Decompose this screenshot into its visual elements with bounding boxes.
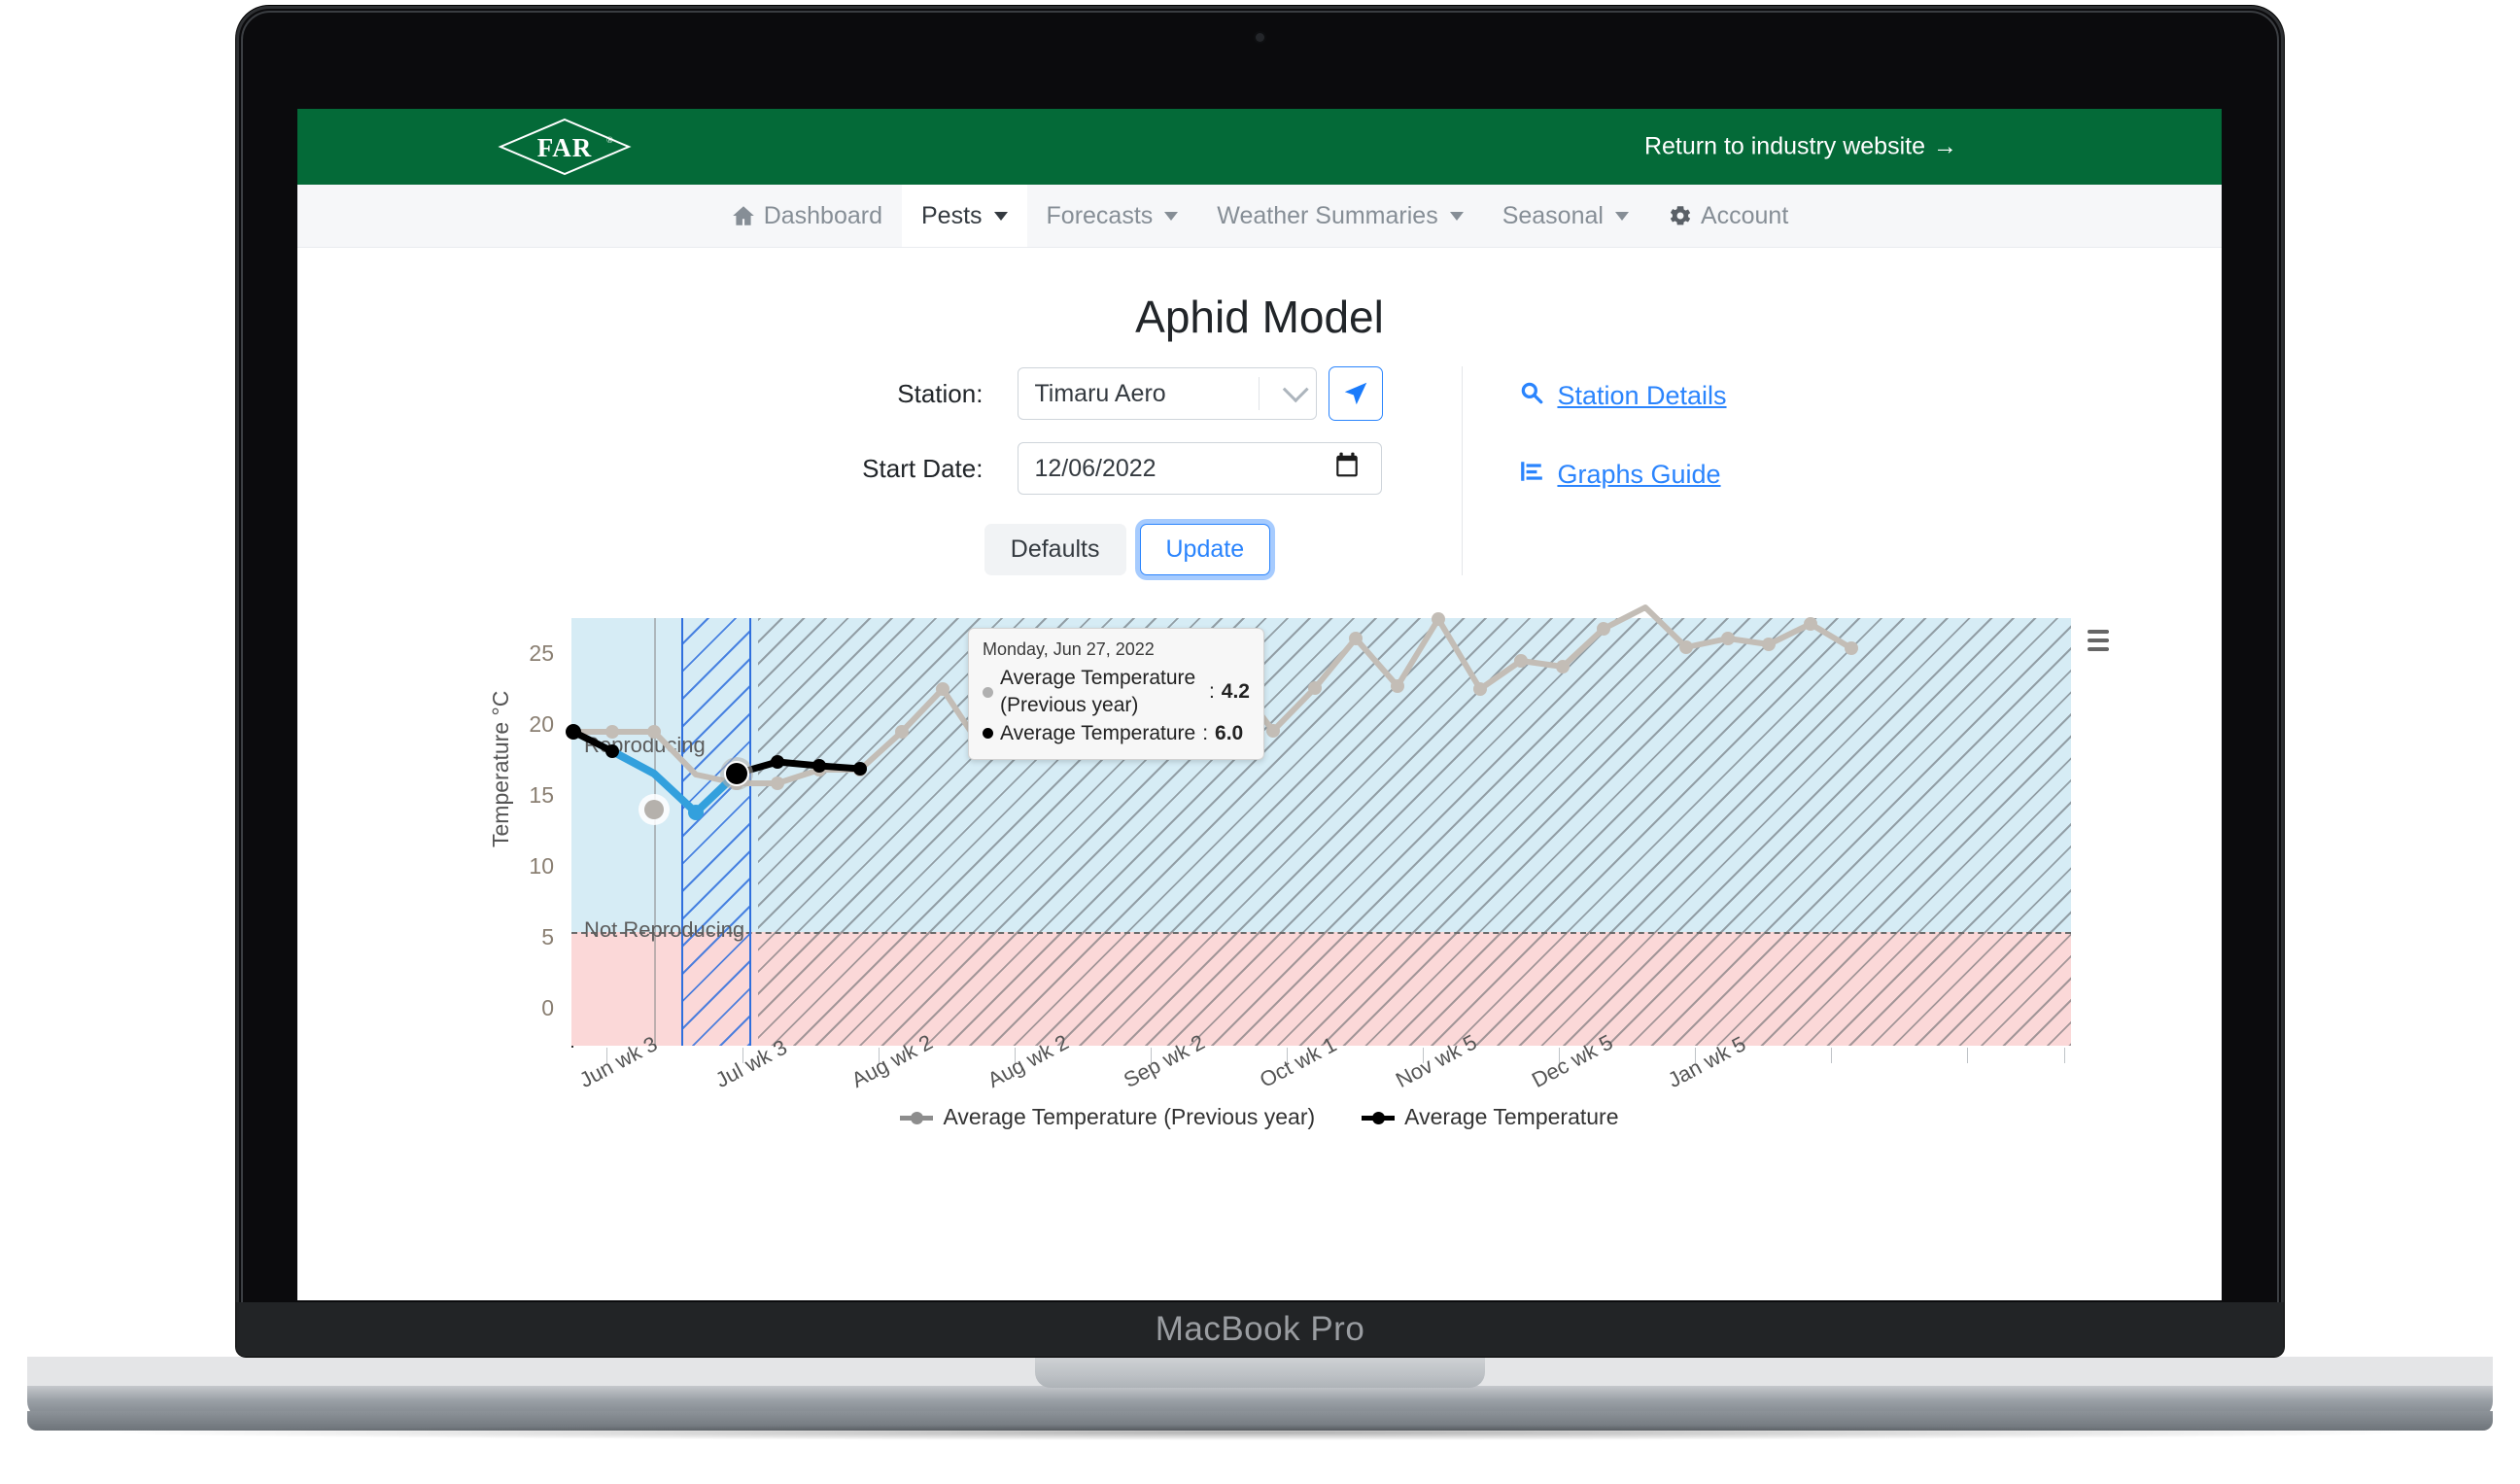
station-select-value: Timaru Aero [1034,379,1166,407]
hover-marker-average-temperature [726,763,747,784]
tooltip-value-previous-year: 4.2 [1221,680,1250,704]
graphs-guide-link[interactable]: Graphs Guide [1519,459,1726,491]
nav-label-seasonal: Seasonal [1502,201,1604,229]
nav-label-forecasts: Forecasts [1046,201,1154,229]
macbook-pro-label: MacBook Pro [236,1302,2284,1357]
controls-panel: Station: Timaru Aero Start Date: 12/06/2… [315,366,2204,575]
legend-label-average-temperature: Average Temperature [1404,1104,1619,1129]
webcam-icon [1256,33,1264,42]
chart-legend: Average Temperature (Previous year) Aver… [315,1104,2204,1130]
page-title: Aphid Model [1135,292,1384,342]
gear-icon [1668,203,1693,228]
chevron-down-icon [1449,211,1464,221]
main-navigation: Dashboard Pests Forecasts Weather Summar… [297,185,2222,248]
nav-item-dashboard[interactable]: Dashboard [711,185,902,247]
menu-bar-2 [2088,638,2109,642]
svg-text:®: ® [606,135,613,145]
station-row: Station: Timaru Aero [792,366,1429,421]
search-icon [1519,380,1544,412]
legend-item-previous-year[interactable]: Average Temperature (Previous year) [900,1104,1315,1130]
brand-header: FAR ® Return to industry website → [297,109,2222,185]
return-link-label: Return to industry website [1643,132,1925,160]
x-tickmark [1967,1048,1968,1063]
menu-bar-3 [2088,647,2109,651]
nav-label-dashboard: Dashboard [763,201,882,229]
legend-symbol-average-temperature [1362,1111,1396,1124]
nav-item-seasonal[interactable]: Seasonal [1483,185,1648,247]
start-date-row: Start Date: 12/06/2022 [792,442,1429,495]
station-details-label: Station Details [1557,381,1727,410]
macbook-frame: FAR ® Return to industry website → Dashbo… [0,0,2520,1484]
x-tickmark [1831,1048,1832,1063]
chart-tooltip: Monday, Jun 27, 2022 Average Temperature… [968,628,1264,761]
select-divider [1259,377,1260,410]
device-label: MacBook Pro [1155,1310,1365,1348]
update-button[interactable]: Update [1139,524,1271,575]
legend-symbol-previous-year [900,1111,934,1124]
menu-bar-1 [2088,630,2109,634]
tooltip-row-previous-year: Average Temperature (Previous year): 4.2 [983,665,1250,720]
content-card: Aphid Model Station: Timaru Aero Start D… [315,248,2204,1300]
station-details-link[interactable]: Station Details [1519,380,1727,412]
chevron-down-icon [1283,376,1310,403]
legend-label-previous-year: Average Temperature (Previous year) [943,1104,1316,1129]
x-tickmark [2064,1048,2065,1063]
tooltip-row-average-temperature: Average Temperature: 6.0 [983,720,1250,747]
y-tick-0: 0 [541,995,554,1020]
y-tick-25: 25 [529,640,554,666]
svg-text:FAR: FAR [537,133,593,162]
nav-label-account: Account [1700,201,1789,229]
y-tick-10: 10 [529,853,554,879]
hamburger-menu-icon[interactable] [2082,624,2115,657]
navigate-arrow-icon [1345,382,1367,405]
defaults-button[interactable]: Defaults [984,524,1126,575]
laptop-shadow [117,1425,2403,1440]
start-date-value: 12/06/2022 [1034,454,1156,482]
graphs-guide-label: Graphs Guide [1557,460,1721,489]
station-select[interactable]: Timaru Aero [1018,367,1318,420]
plot-area: Reproducing Not Reproducing Monday, Jun … [566,604,2071,1046]
tooltip-dot-average-temperature [983,728,993,740]
home-icon [731,203,756,228]
nav-item-forecasts[interactable]: Forecasts [1027,185,1198,247]
hover-marker-previous-year [644,800,664,819]
tooltip-value-average-temperature: 6.0 [1215,721,1244,744]
start-date-label: Start Date: [862,453,984,483]
start-date-input[interactable]: 12/06/2022 [1018,442,1383,495]
y-tick-15: 15 [529,782,554,808]
laptop-trackpad-notch [1035,1357,1485,1388]
tooltip-name-previous-year: Average Temperature (Previous year) [1000,667,1196,717]
chevron-down-icon [1164,211,1179,221]
nav-item-weather-summaries[interactable]: Weather Summaries [1197,185,1482,247]
far-diamond-logo[interactable]: FAR ® [497,117,633,177]
chevron-down-icon [1614,211,1629,221]
nav-item-pests[interactable]: Pests [902,185,1027,247]
controls-left: Station: Timaru Aero Start Date: 12/06/2… [792,366,1464,575]
y-tick-5: 5 [541,924,554,949]
bar-chart-icon [1519,459,1544,491]
calendar-icon[interactable] [1334,452,1360,486]
series-lines [566,604,1858,825]
chevron-down-icon [993,211,1008,221]
nav-label-pests: Pests [921,201,983,229]
aphid-model-chart: Temperature °C 0 5 10 15 20 25 Reproduci… [315,604,2204,1151]
return-to-industry-website-link[interactable]: Return to industry website → [1644,133,1957,161]
nav-label-weather-summaries: Weather Summaries [1217,201,1438,229]
tooltip-name-average-temperature: Average Temperature [1000,721,1196,744]
controls-right: Station Details Graphs Guide [1463,366,1727,575]
browser-viewport: FAR ® Return to industry website → Dashbo… [297,109,2222,1300]
tooltip-date: Monday, Jun 27, 2022 [983,639,1155,659]
arrow-right-icon: → [1933,132,1957,160]
tooltip-dot-previous-year [983,686,993,698]
y-tick-20: 20 [529,711,554,737]
nav-item-account[interactable]: Account [1648,185,1808,247]
locate-station-button[interactable] [1329,366,1384,421]
web-page: FAR ® Return to industry website → Dashbo… [297,109,2222,1300]
form-buttons: Defaults Update [792,524,1429,575]
legend-item-average-temperature[interactable]: Average Temperature [1362,1104,1619,1130]
station-label: Station: [897,378,984,408]
marker-below-threshold [688,805,704,820]
